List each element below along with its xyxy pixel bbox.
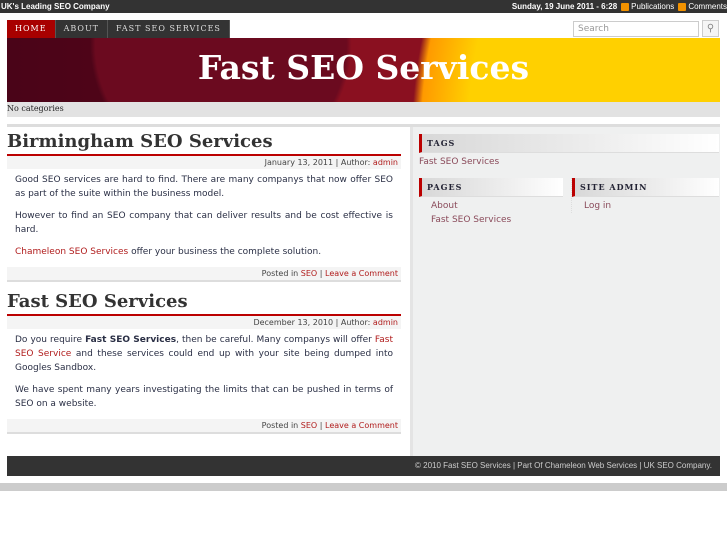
sidebar: TAGS Fast SEO Services PAGES About Fast …	[410, 127, 720, 456]
post-title[interactable]: Fast SEO Services	[7, 290, 401, 316]
rss-icon	[621, 2, 630, 11]
bottom-bar	[0, 483, 727, 491]
page-link-about[interactable]: About	[431, 199, 563, 213]
post-footer: Posted in SEO | Leave a Comment	[7, 419, 401, 434]
site-admin-title: SITE ADMIN	[572, 178, 719, 197]
tags-title: TAGS	[419, 134, 719, 153]
post: Birmingham SEO Services January 13, 2011…	[7, 130, 401, 282]
content: Birmingham SEO Services January 13, 2011…	[7, 130, 401, 442]
post-footer: Posted in SEO | Leave a Comment	[7, 267, 401, 282]
post-meta: December 13, 2010 | Author: admin	[7, 316, 401, 329]
author-link[interactable]: admin	[373, 158, 398, 167]
rss-icon	[678, 2, 687, 11]
nav-about[interactable]: ABOUT	[56, 20, 109, 38]
header-banner: Fast SEO Services	[7, 38, 720, 102]
publications-feed-link[interactable]: Publications	[621, 0, 674, 13]
search-button[interactable]: ⚲	[702, 20, 719, 37]
date: Sunday, 19 June 2011 - 6:28	[511, 2, 618, 11]
category-link[interactable]: SEO	[301, 421, 317, 430]
main-nav: HOME ABOUT FAST SEO SERVICES	[7, 20, 230, 38]
paragraph: Chameleon SEO Services offer your busine…	[15, 247, 322, 257]
page-link-fast-seo[interactable]: Fast SEO Services	[431, 213, 563, 227]
post-title[interactable]: Birmingham SEO Services	[7, 130, 401, 156]
top-bar: UK's Leading SEO Company Sunday, 19 June…	[0, 0, 727, 13]
search-input[interactable]: Search	[573, 21, 699, 37]
tag-link[interactable]: Fast SEO Services	[419, 155, 719, 169]
category-link[interactable]: SEO	[301, 269, 317, 278]
login-link[interactable]: Log in	[584, 199, 719, 213]
paragraph: However to find an SEO company that can …	[15, 211, 393, 235]
footer: © 2010 Fast SEO Services | Part Of Chame…	[7, 456, 720, 476]
pages-title: PAGES	[419, 178, 563, 197]
author-link[interactable]: admin	[373, 318, 398, 327]
post-meta: January 13, 2011 | Author: admin	[7, 156, 401, 169]
post: Fast SEO Services December 13, 2010 | Au…	[7, 290, 401, 434]
chameleon-link[interactable]: Chameleon SEO Services	[15, 247, 128, 257]
comment-link[interactable]: Leave a Comment	[325, 269, 398, 278]
categories-bar: No categories	[7, 102, 720, 117]
site-title[interactable]: Fast SEO Services	[7, 48, 720, 87]
tagline: UK's Leading SEO Company	[1, 2, 110, 11]
nav-home[interactable]: HOME	[7, 20, 56, 38]
paragraph: Do you require Fast SEO Services, then b…	[15, 335, 393, 373]
nav-fast-seo-services[interactable]: FAST SEO SERVICES	[108, 20, 230, 38]
comments-feed-link[interactable]: Comments	[678, 0, 727, 13]
comment-link[interactable]: Leave a Comment	[325, 421, 398, 430]
paragraph: We have spent many years investigating t…	[15, 385, 393, 409]
paragraph: Good SEO services are hard to find. Ther…	[15, 175, 393, 199]
